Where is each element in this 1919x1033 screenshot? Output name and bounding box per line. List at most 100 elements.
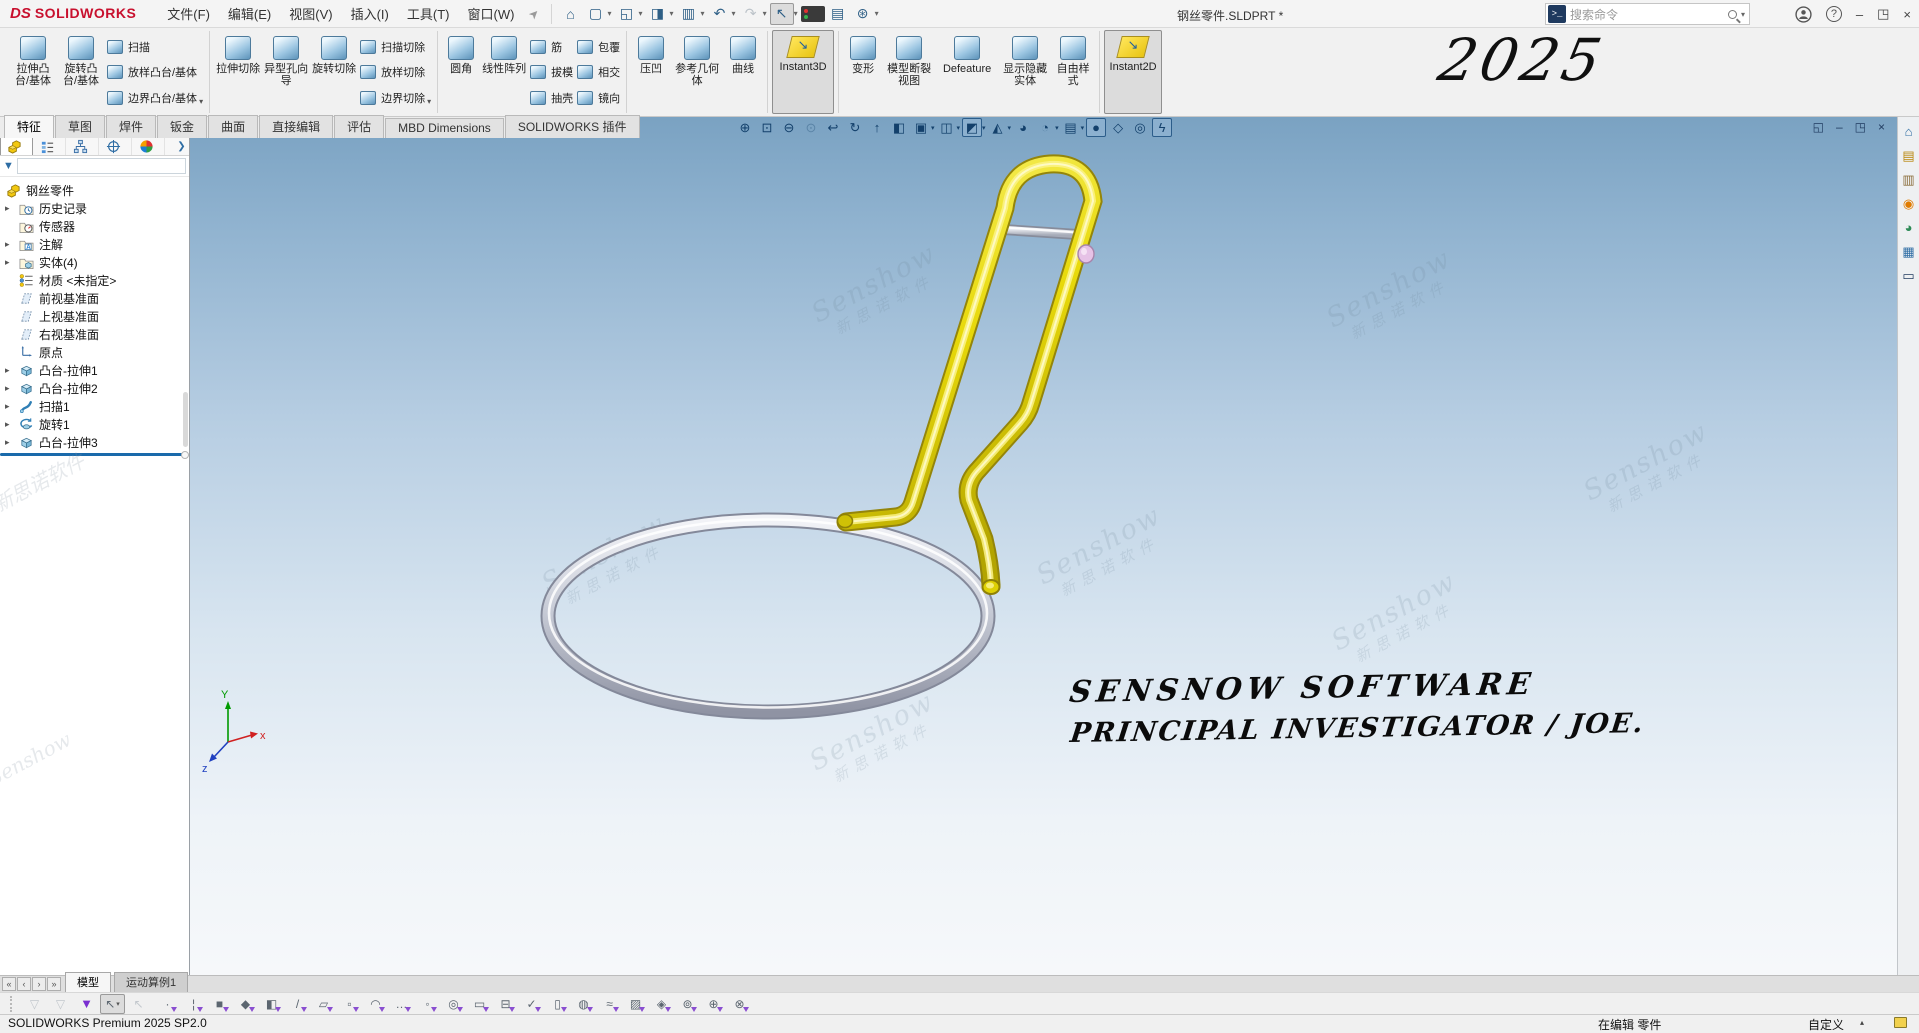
command-tab[interactable]: SOLIDWORKS 插件 <box>505 115 640 138</box>
show-hide-bodies-button[interactable]: 显示隐藏实体 <box>999 30 1051 114</box>
tree-item[interactable]: ▸ 旋转1 <box>0 415 189 433</box>
indent-button[interactable]: 压凹 <box>631 30 671 114</box>
filter-hatches[interactable]: ▨ ▾ <box>623 994 648 1014</box>
minimize-viewport-button[interactable]: – <box>1836 120 1843 134</box>
zoom-area[interactable]: ⊡ <box>757 118 777 137</box>
search-dropdown-icon[interactable]: ▾ <box>1741 10 1745 19</box>
cut-stack-dropdown-icon[interactable]: ▾ <box>427 97 433 114</box>
expand-arrow-icon[interactable]: ▸ <box>5 365 18 376</box>
dropdown-arrow-icon[interactable]: ▾ <box>639 9 643 18</box>
boundary-boss-button[interactable]: 边界凸台/基体 <box>107 85 197 110</box>
filter-routing-points[interactable]: ⊗ ▾ <box>727 994 752 1014</box>
print-button[interactable]: ▥ <box>677 3 701 25</box>
save-button[interactable]: ◨ <box>646 3 670 25</box>
feature-tree-filter-input[interactable] <box>17 158 186 174</box>
fillet-button[interactable]: 圆角 <box>442 30 480 114</box>
menu-item[interactable]: 工具(T) <box>398 0 459 27</box>
tree-item[interactable]: ▸ 实体(4) <box>0 253 189 271</box>
draft-button[interactable]: 拔模 <box>530 60 573 85</box>
mirror-button[interactable]: 镜向 <box>577 85 620 110</box>
instant3d-button[interactable]: Instant3D <box>772 30 834 114</box>
filter-annotations[interactable]: ✓ ▾ <box>519 994 544 1014</box>
extruded-boss-button[interactable]: 拉伸凸台/基体 <box>9 30 57 114</box>
swept-boss-button[interactable]: 扫描 <box>107 34 197 59</box>
model-break-view-button[interactable]: 模型断裂视图 <box>883 30 935 114</box>
shadows[interactable]: ◇ <box>1108 118 1128 137</box>
bottom-tab[interactable]: 运动算例1 <box>114 972 188 992</box>
tree-item[interactable]: ▸ 原点 <box>0 343 189 361</box>
restore-button[interactable]: ◳ <box>1877 6 1889 22</box>
filter-funnel-icon[interactable]: ▼ <box>3 160 14 172</box>
tree-item[interactable]: ▸ 材质 <未指定> <box>0 271 189 289</box>
previous-view[interactable]: ↩ <box>823 118 843 137</box>
view-settings[interactable]: ▤ <box>1061 118 1081 137</box>
select-button[interactable]: ↖ <box>770 3 794 25</box>
tree-root-part[interactable]: 钢丝零件 <box>0 181 189 199</box>
search-commands-box[interactable]: >_ 搜索命令 ▾ <box>1545 3 1750 25</box>
instant2d-button[interactable]: Instant2D <box>1104 30 1162 114</box>
filter-sketch-segments[interactable]: … ▾ <box>389 994 414 1014</box>
menu-item[interactable]: 视图(V) <box>280 0 341 27</box>
command-tab[interactable]: 特征 <box>4 115 54 138</box>
rebuild-button[interactable] <box>801 6 825 22</box>
expand-status-icon[interactable]: ▴ <box>1860 1018 1864 1027</box>
tab-scroll-button[interactable]: ‹ <box>17 977 31 991</box>
camera[interactable]: ◎ <box>1130 118 1150 137</box>
tree-item[interactable]: ▸ 凸台-拉伸2 <box>0 379 189 397</box>
design-library-tab[interactable]: ▤ <box>1902 149 1914 163</box>
command-tab[interactable]: 焊件 <box>106 115 156 138</box>
tree-item[interactable]: ▸ 历史记录 <box>0 199 189 217</box>
freeform-button[interactable]: 自由样式 <box>1051 30 1095 114</box>
extruded-cut-button[interactable]: 拉伸切除 <box>214 30 262 114</box>
hole-wizard-button[interactable]: 异型孔向导 <box>262 30 310 114</box>
filter-solid-bodies[interactable]: ◧ ▾ <box>259 994 284 1014</box>
view-palette-tab[interactable]: ◉ <box>1903 197 1914 211</box>
menu-item[interactable]: 编辑(E) <box>219 0 280 27</box>
select-arrow[interactable]: ↖ ▾ <box>100 994 125 1014</box>
panel-scrollbar-thumb[interactable] <box>183 392 188 447</box>
shell-button[interactable]: 抽壳 <box>530 85 573 110</box>
separator[interactable]: ▾ <box>152 994 154 1014</box>
home-button[interactable]: ⌂ <box>558 3 582 25</box>
restore-viewport-button[interactable]: ◳ <box>1855 120 1866 134</box>
filter-planes[interactable]: ▱ ▾ <box>311 994 336 1014</box>
undo-button[interactable]: ↶ <box>708 3 732 25</box>
dropdown-arrow-icon[interactable]: ▾ <box>670 9 674 18</box>
filter-faces[interactable]: ■ ▾ <box>207 994 232 1014</box>
filter-weld-symbols[interactable]: ≈ ▾ <box>597 994 622 1014</box>
user-account-icon[interactable] <box>1795 6 1812 23</box>
close-viewport-button[interactable]: × <box>1878 120 1885 134</box>
filter-center-marks[interactable]: ◎ ▾ <box>441 994 466 1014</box>
dropdown-arrow-icon[interactable]: ▾ <box>763 9 767 18</box>
apply-scene[interactable]: ◔ <box>1035 118 1055 137</box>
tab-scroll-button[interactable]: › <box>32 977 46 991</box>
minimize-button[interactable]: – <box>1856 7 1863 22</box>
open-button[interactable]: ◱ <box>615 3 639 25</box>
boss-stack-dropdown-icon[interactable]: ▾ <box>199 97 205 114</box>
clear-all-filters[interactable]: ▽ ▾ <box>48 994 73 1014</box>
filter-sketches[interactable]: ◠ ▾ <box>363 994 388 1014</box>
command-tab[interactable]: MBD Dimensions <box>385 118 504 138</box>
graphics-area[interactable]: Senshow新思诺软件 Senshow新思诺软件 Senshow新思诺软件 S… <box>190 117 1897 975</box>
flyout-pane-arrow-icon[interactable]: ❯ <box>174 137 189 155</box>
filter-dowel-pins[interactable]: ⊚ ▾ <box>675 994 700 1014</box>
curves-button[interactable]: 曲线 <box>723 30 763 114</box>
defeature-button[interactable]: Defeature <box>935 30 999 114</box>
revolved-boss-button[interactable]: 旋转凸台/基体 <box>57 30 105 114</box>
tree-item[interactable]: ▸ 上视基准面 <box>0 307 189 325</box>
solidworks-resources-tab[interactable]: ⌂ <box>1905 125 1913 139</box>
tree-item[interactable]: ▸ 扫描1 <box>0 397 189 415</box>
normal-to[interactable]: ↑ <box>867 118 887 137</box>
filter-balloons[interactable]: ◍ ▾ <box>571 994 596 1014</box>
dropdown-arrow-icon[interactable]: ▾ <box>701 9 705 18</box>
bottom-tab[interactable]: 模型 <box>65 972 111 992</box>
options-list-button[interactable]: ▤ <box>826 3 850 25</box>
filter-axes[interactable]: / ▾ <box>285 994 310 1014</box>
wrap-button[interactable]: 包覆 <box>577 34 620 59</box>
command-tab[interactable]: 曲面 <box>208 115 258 138</box>
performance-pipeline[interactable]: ϟ <box>1152 118 1172 137</box>
linear-pattern-button[interactable]: 线性阵列 <box>480 30 528 114</box>
dropdown-arrow-icon[interactable]: ▾ <box>875 9 879 18</box>
swept-cut-button[interactable]: 扫描切除 <box>360 34 425 59</box>
search-icon[interactable] <box>1728 10 1737 19</box>
